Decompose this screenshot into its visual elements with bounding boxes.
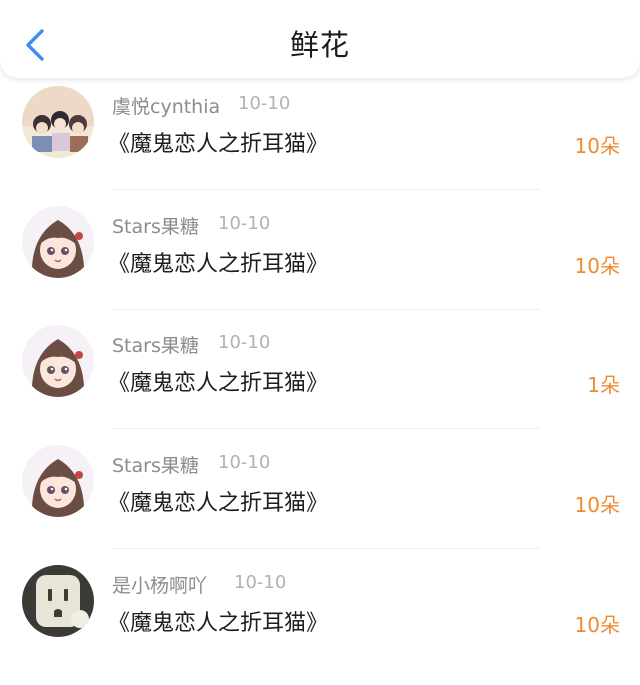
avatar[interactable] [22,86,94,158]
date: 10-10 [238,93,291,114]
divider [112,309,540,310]
flower-count: 10朵 [574,134,620,158]
avatar-power-outlet-image [22,565,94,637]
top-navigation-bar: 鲜花 [0,0,640,78]
book-title[interactable]: 《魔鬼恋人之折耳猫》 [108,126,328,158]
page-title: 鲜花 [289,28,350,62]
date: 10-10 [218,332,271,353]
book-title[interactable]: 《魔鬼恋人之折耳猫》 [108,246,328,278]
avatar[interactable] [22,565,94,637]
flower-count: 1朵 [587,373,620,397]
list-item[interactable]: Stars果糖 10-10 《魔鬼恋人之折耳猫》 10朵 [0,206,640,326]
date: 10-10 [234,572,287,593]
username[interactable]: Stars果糖 [112,331,199,358]
divider [112,428,540,429]
avatar[interactable] [22,325,94,397]
book-title[interactable]: 《魔鬼恋人之折耳猫》 [108,605,328,637]
flower-count: 10朵 [574,613,620,637]
flower-count: 10朵 [574,493,620,517]
username[interactable]: 虞悦cynthia [112,92,220,119]
username[interactable]: 是小杨啊吖 [112,571,207,598]
avatar-anime-girl-image [22,445,94,517]
avatar[interactable] [22,206,94,278]
date: 10-10 [218,452,271,473]
avatar-anime-girl-image [22,325,94,397]
book-title[interactable]: 《魔鬼恋人之折耳猫》 [108,485,328,517]
username[interactable]: Stars果糖 [112,451,199,478]
username[interactable]: Stars果糖 [112,212,199,239]
list-item[interactable]: Stars果糖 10-10 《魔鬼恋人之折耳猫》 1朵 [0,325,640,445]
avatar-group-photo-image [22,86,94,158]
list-item[interactable]: 是小杨啊吖 10-10 《魔鬼恋人之折耳猫》 10朵 [0,565,640,685]
avatar[interactable] [22,445,94,517]
avatar-anime-girl-image [22,206,94,278]
book-title[interactable]: 《魔鬼恋人之折耳猫》 [108,365,328,397]
date: 10-10 [218,213,271,234]
divider [112,189,540,190]
divider [112,548,540,549]
flower-record-list: 虞悦cynthia 10-10 《魔鬼恋人之折耳猫》 10朵 Stars果糖 1… [0,0,640,658]
list-item[interactable]: Stars果糖 10-10 《魔鬼恋人之折耳猫》 10朵 [0,445,640,565]
list-item[interactable]: 虞悦cynthia 10-10 《魔鬼恋人之折耳猫》 10朵 [0,86,640,206]
flower-count: 10朵 [574,254,620,278]
